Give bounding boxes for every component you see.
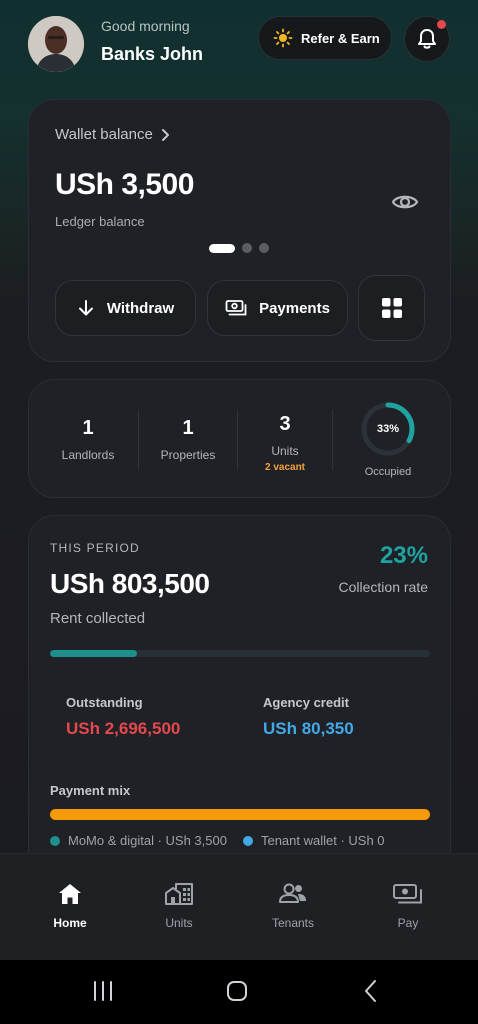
stat-units[interactable]: 3 Units 2 vacant: [239, 380, 331, 499]
rent-collected-amount: USh 803,500: [50, 568, 210, 599]
avatar[interactable]: [28, 16, 84, 72]
divider: [237, 410, 238, 470]
occupancy-ring[interactable]: 33%: [359, 400, 417, 458]
landlords-count: 1: [82, 417, 94, 439]
legend-dot: [242, 835, 253, 846]
carousel-indicator: [209, 243, 269, 253]
greeting-text: Good morning: [101, 18, 190, 34]
legend-label: MoMo & digital · USh 3,500: [68, 833, 227, 848]
bell-icon: [418, 29, 436, 49]
sun-icon: [273, 28, 293, 48]
units-count: 3: [279, 412, 291, 435]
system-navigation-bar: [0, 960, 478, 1024]
avatar-photo: [28, 16, 84, 72]
collection-progress-fill: [50, 650, 138, 657]
nav-item-pay[interactable]: Pay: [363, 882, 453, 930]
landlords-label: Landlords: [61, 448, 115, 462]
portfolio-stats-card: 1 Landlords 1 Properties 3 Units 2 vacan…: [28, 379, 451, 498]
properties-label: Properties: [160, 448, 216, 462]
collection-rate-label: Collection rate: [338, 579, 429, 595]
divider: [332, 410, 333, 470]
wallet-card: Wallet balance USh 3,500 Ledger balance …: [28, 99, 451, 362]
user-name: Banks John: [101, 44, 204, 64]
eye-icon: [391, 195, 419, 209]
grid-icon: [381, 298, 402, 318]
payment-mix-legend: MoMo & digital · USh 3,500 Tenant wallet…: [50, 833, 385, 848]
nav-label-home: Home: [53, 916, 87, 930]
carousel-dot[interactable]: [242, 243, 252, 253]
home-system-icon[interactable]: [225, 979, 249, 1003]
agency-credit-label: Agency credit: [263, 695, 349, 710]
nav-label-units: Units: [165, 916, 193, 930]
occupied-label: Occupied: [364, 466, 412, 478]
stat-properties[interactable]: 1 Properties: [139, 380, 237, 499]
payment-mix-bar: [50, 809, 430, 820]
collection-progress-bar: [50, 650, 430, 657]
properties-count: 1: [182, 417, 194, 439]
notification-badge: [437, 20, 446, 29]
notifications-button[interactable]: [404, 16, 450, 62]
occupancy-percent: 33%: [376, 423, 400, 435]
agency-credit-value: USh 80,350: [263, 719, 354, 738]
carousel-dot[interactable]: [259, 243, 269, 253]
payment-mix-label: Payment mix: [50, 783, 131, 798]
ledger-balance-label: Ledger balance: [55, 214, 145, 229]
nav-label-tenants: Tenants: [271, 916, 315, 930]
nav-label-pay: Pay: [397, 916, 419, 930]
back-icon[interactable]: [362, 979, 380, 1003]
vacant-badge: 2 vacant: [264, 461, 306, 473]
legend-label: Tenant wallet · USh 0: [260, 833, 385, 848]
cash-icon: [225, 300, 247, 316]
payments-button[interactable]: Payments: [207, 280, 348, 336]
payments-label: Payments: [259, 299, 330, 317]
collection-rate-value: 23%: [379, 542, 428, 569]
legend-item-momo: MoMo & digital · USh 3,500: [50, 833, 227, 848]
home-icon: [59, 884, 81, 904]
chevron-right-icon: [161, 128, 169, 141]
nav-item-home[interactable]: Home: [25, 882, 115, 930]
rent-collected-label: Rent collected: [50, 610, 146, 627]
nav-item-tenants[interactable]: Tenants: [248, 882, 338, 930]
refer-earn-button[interactable]: Refer & Earn: [258, 16, 392, 60]
wallet-title: Wallet balance: [55, 126, 153, 143]
people-icon: [279, 883, 306, 903]
buildings-icon: [165, 883, 193, 905]
withdraw-label: Withdraw: [106, 299, 175, 317]
stat-landlords[interactable]: 1 Landlords: [39, 380, 137, 499]
outstanding-value: USh 2,696,500: [66, 719, 181, 738]
legend-dot: [50, 835, 60, 846]
legend-item-tenant-wallet: Tenant wallet · USh 0: [242, 833, 385, 848]
refer-earn-label: Refer & Earn: [301, 30, 380, 46]
arrow-down-icon: [78, 300, 93, 316]
more-actions-button[interactable]: [358, 275, 425, 341]
cash-icon: [393, 884, 422, 904]
outstanding-label: Outstanding: [66, 695, 143, 710]
period-label: THIS PERIOD: [50, 541, 140, 555]
recent-apps-icon[interactable]: [92, 980, 114, 1002]
wallet-title-link[interactable]: Wallet balance: [55, 126, 171, 143]
carousel-dot-active[interactable]: [209, 243, 235, 253]
units-label: Units: [271, 443, 299, 458]
nav-item-units[interactable]: Units: [134, 882, 224, 930]
wallet-amount: USh 3,500: [55, 168, 194, 201]
bottom-nav: Home Units Tenants Pay: [0, 853, 478, 960]
withdraw-button[interactable]: Withdraw: [55, 280, 196, 336]
toggle-visibility-button[interactable]: [391, 192, 419, 217]
